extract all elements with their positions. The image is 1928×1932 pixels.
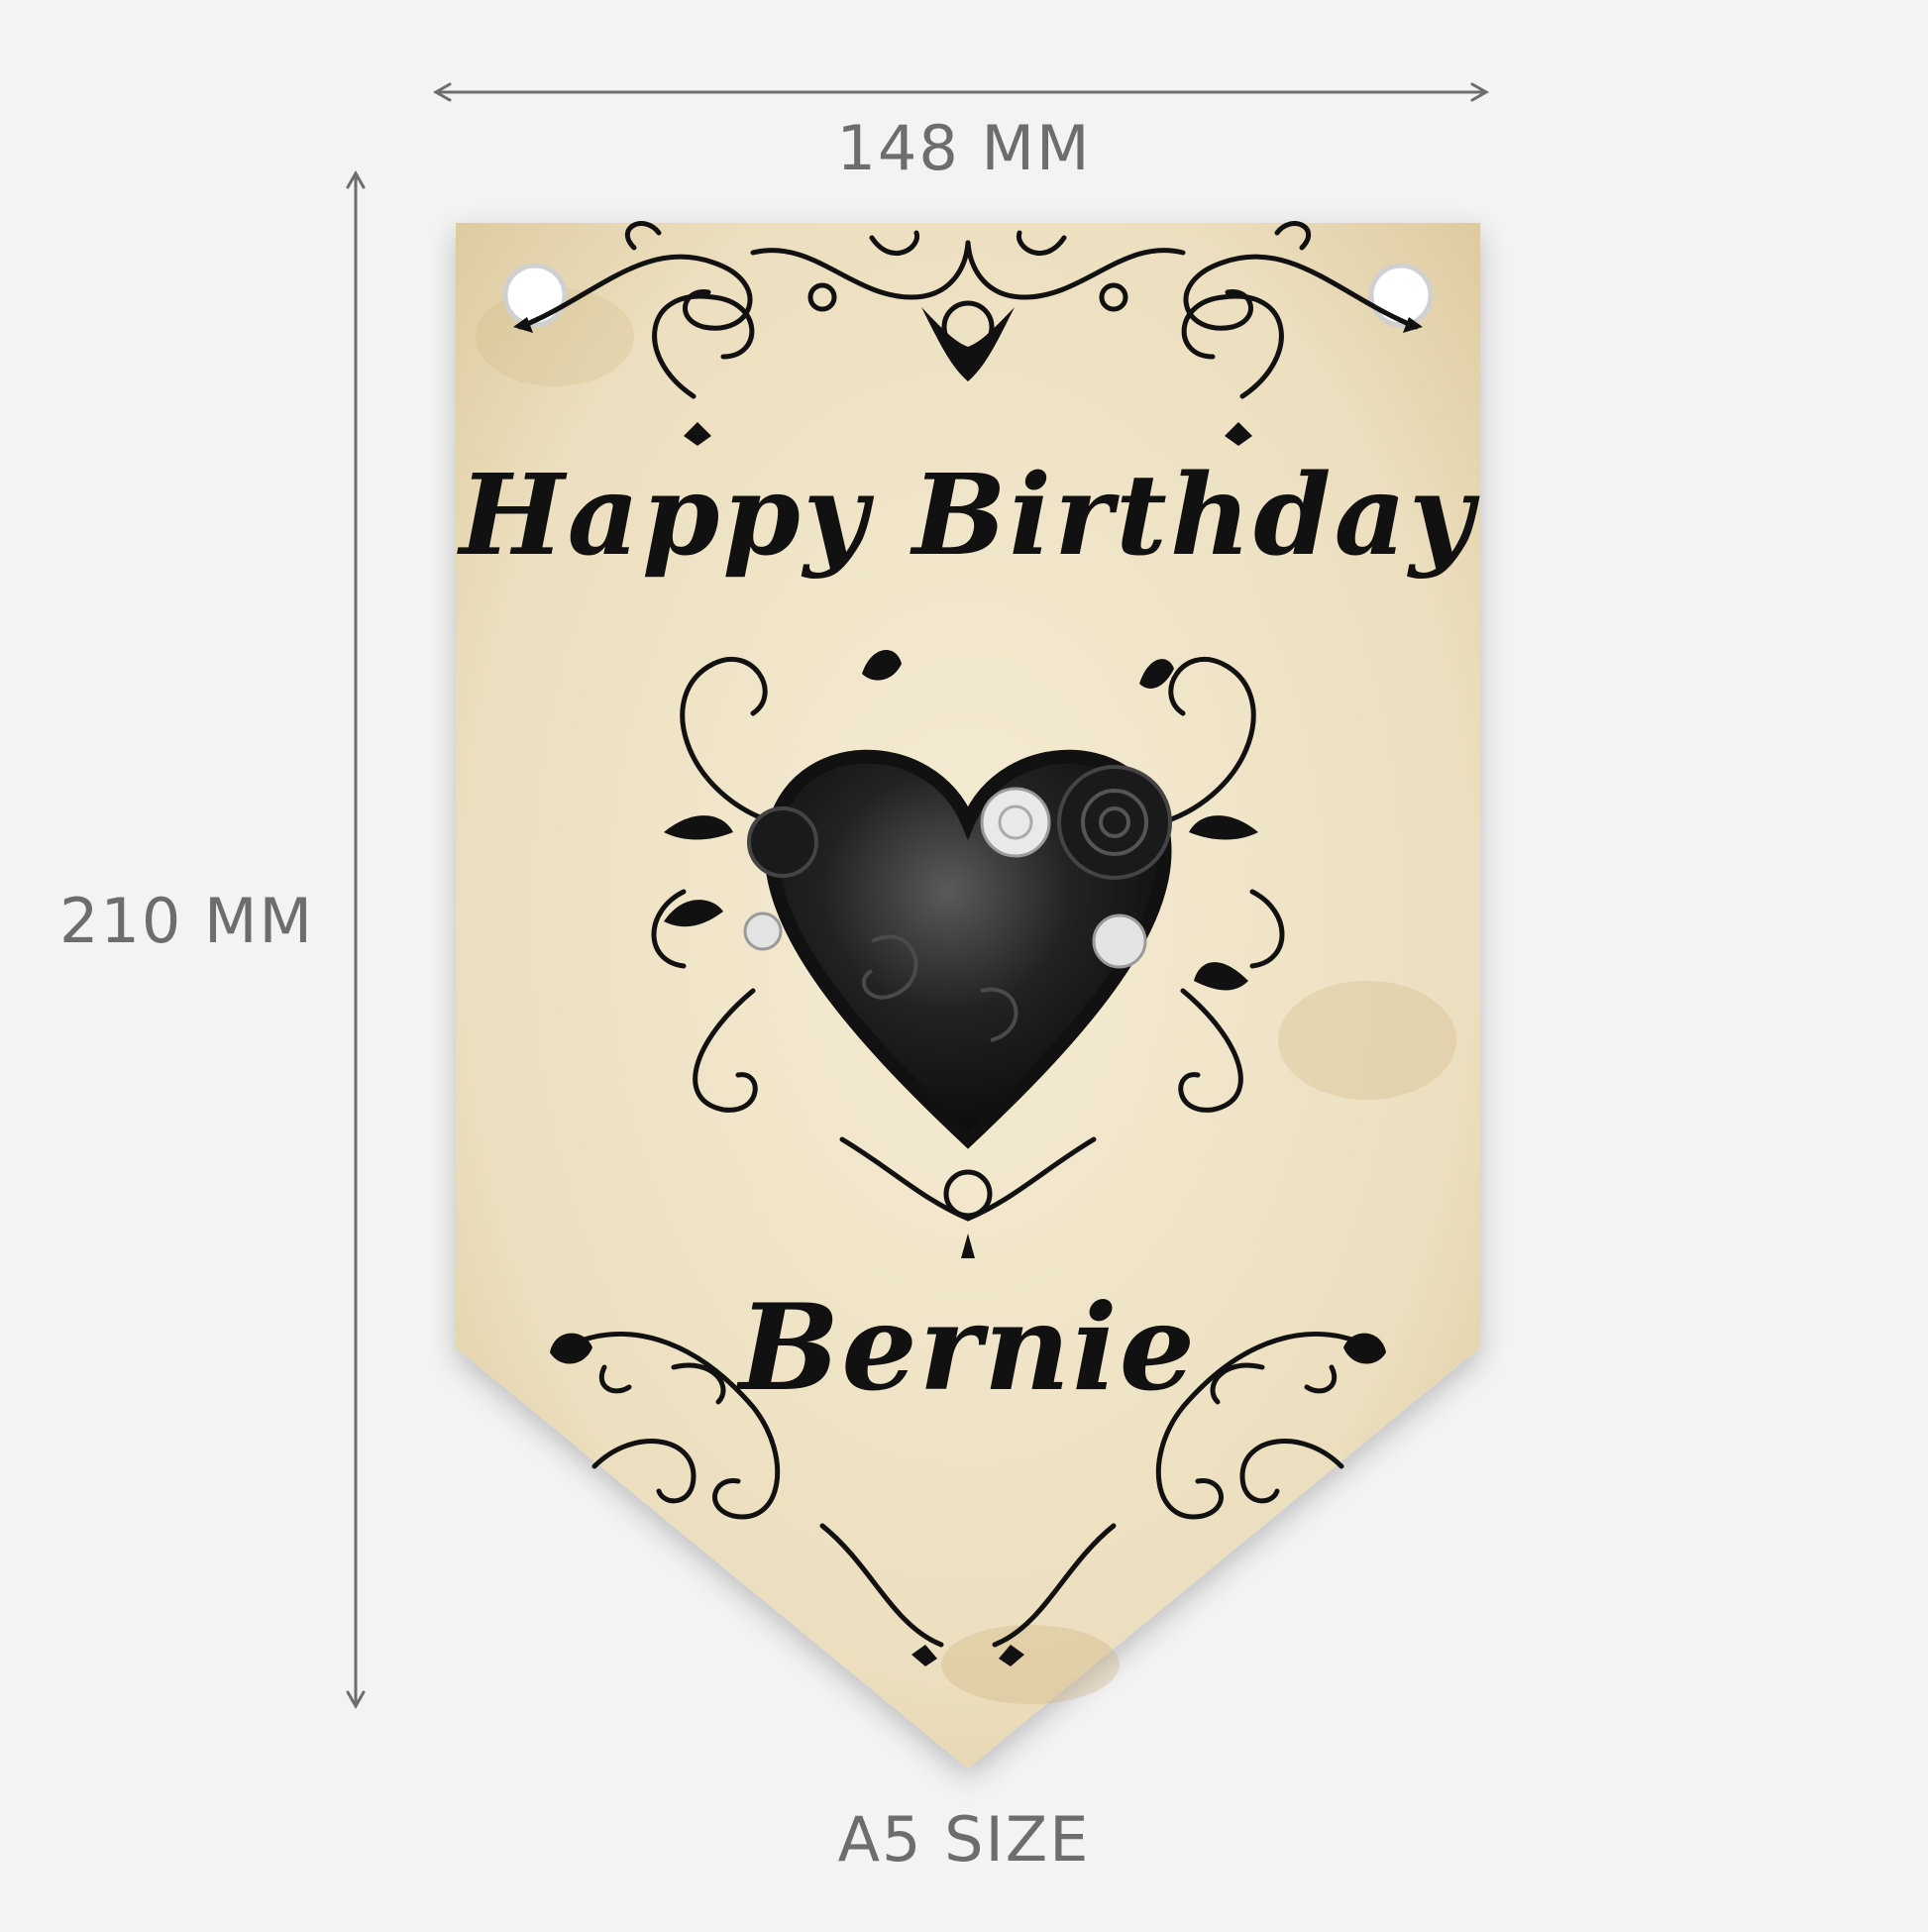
dark-rose	[1057, 765, 1172, 880]
white-rose	[1092, 913, 1147, 969]
greeting-text: Happy Birthday	[459, 451, 1477, 581]
white-rose	[980, 787, 1051, 858]
left-grommet	[502, 263, 568, 328]
white-rose	[743, 912, 783, 951]
dark-rose	[747, 806, 818, 878]
right-grommet	[1368, 263, 1434, 328]
banner-artwork	[456, 221, 1480, 1769]
recipient-name: Bernie	[738, 1278, 1198, 1418]
pennant-banner: Happy Birthday Bernie	[0, 0, 1928, 1928]
